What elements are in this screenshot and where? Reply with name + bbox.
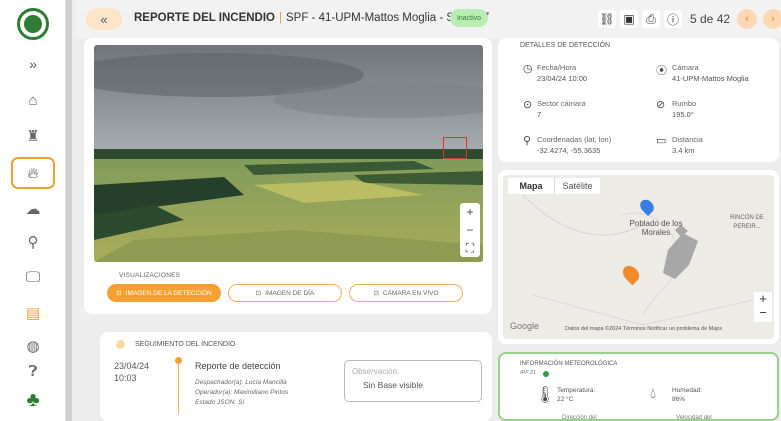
camera-icon: ⊡ (373, 290, 379, 297)
detection-image-button[interactable]: ⊡ IMAGEN DE LA DETECCIÓN (107, 284, 221, 302)
temperature-label: Temperatura: (557, 387, 596, 394)
humidity-value: 86% (672, 396, 686, 403)
compass-icon: ⊘ (656, 99, 666, 111)
temperature-value: 22 °C (557, 396, 574, 403)
status-badge: Inactivo (450, 9, 488, 27)
camera-label: Cámara (672, 63, 699, 72)
detection-image[interactable] (94, 45, 483, 262)
dispatcher-line: Despachador(a): Lucía Mancilla (195, 379, 287, 386)
observation-label: Observación: (352, 367, 400, 376)
weather-icon[interactable]: ☁ (21, 197, 45, 221)
map-footer[interactable]: Datos del mapa ©2024 Términos Notificar … (565, 326, 722, 332)
weather-source: IPF 21 (520, 370, 537, 376)
map-tab[interactable]: Mapa (508, 178, 554, 194)
map-zoom-controls: + − (754, 292, 772, 322)
event-title: Reporte de detección (195, 361, 281, 371)
reports-icon[interactable]: ▤ (21, 301, 45, 325)
timeline-dot (175, 357, 182, 364)
humidity-icon: 💧︎ (650, 385, 657, 402)
ruler-icon: ▭ (656, 135, 667, 147)
day-image-label: IMAGEN DE DÍA (265, 289, 315, 297)
link-icon[interactable]: ⛓ (598, 10, 616, 28)
report-title: REPORTE DEL INCENDIO (134, 12, 275, 24)
camera-icon: ⊡ (116, 290, 122, 297)
back-button[interactable]: « (86, 8, 122, 30)
page-title: REPORTE DEL INCENDIO | SPF - 41-UPM-Mattos… (134, 12, 489, 24)
expand-sidebar-button[interactable]: » (21, 52, 45, 76)
heading-value: 195.0° (672, 110, 694, 119)
camera-value: 41-UPM-Mattos Moglia (672, 74, 749, 83)
event-date: 23/04/24 (114, 361, 150, 371)
help-icon[interactable]: ❓︎ (21, 359, 45, 383)
observation-value: Sin Base visible (363, 380, 424, 390)
sector-label: Sector cámara (537, 99, 586, 108)
distance-value: 3.4 km (672, 146, 695, 155)
sidebar: » ⌂ ♜ 🔥︎ ☁ ⚲ 🖵 ▤ ◍ ❓︎ ♣ (0, 0, 66, 421)
fire-icon[interactable]: 🔥︎ (11, 157, 55, 189)
next-button[interactable]: › (763, 9, 781, 29)
status-dot (543, 371, 549, 377)
coordinates-value: -32.4274, -55.3635 (537, 146, 601, 155)
title-separator: | (279, 12, 282, 24)
detection-image-label: IMAGEN DE LA DETECCIÓN (125, 289, 212, 297)
forest-icon: ♣ (26, 388, 40, 411)
weather-title: INFORMACIÓN METEOROLÓGICA (520, 361, 618, 367)
sector-icon: ⊙ (523, 99, 533, 111)
sector-value: 7 (537, 110, 542, 119)
json-state-line: Estado JSON: Sí (195, 399, 245, 406)
area-label: RINCÓN DE PEREIR... (730, 215, 764, 230)
heading-label: Rumbo (672, 99, 697, 108)
wind-speed-label: Velocidad del (676, 415, 712, 421)
detection-marker (443, 137, 467, 159)
search-icon[interactable]: ⚲ (21, 230, 45, 254)
operator-line: Operador(a): Maximiliano Pintos (195, 389, 289, 396)
app-logo[interactable] (17, 8, 49, 40)
tower-icon[interactable]: ♜ (21, 124, 45, 148)
town-label: Poblado de los Morales (629, 219, 683, 237)
visualizations-label: VISUALIZACIONES (119, 272, 181, 279)
location-pin-icon: ⚲ (523, 135, 532, 147)
zoom-out-button[interactable]: − (460, 221, 480, 239)
globe-icon[interactable]: ◍ (21, 334, 45, 358)
detection-details-title: DETALLES DE DETECCIÓN (520, 42, 611, 49)
info-icon[interactable]: ⓘ (664, 10, 682, 28)
prev-button[interactable]: ‹ (737, 9, 757, 29)
datetime-value: 23/04/24 10:00 (537, 74, 588, 83)
map-area[interactable] (503, 175, 774, 339)
coordinates-label: Coordenadas (lat, lon) (537, 135, 612, 144)
observation-box: Observación: Sin Base visible (344, 360, 482, 402)
image-zoom-controls: + − ⛶ (460, 203, 480, 257)
document-icon[interactable]: ▣ (620, 10, 638, 28)
day-image-button[interactable]: ⊡ IMAGEN DE DÍA (228, 284, 342, 302)
page-counter: 5 de 42 (690, 12, 731, 26)
sidebar-scrollbar[interactable] (66, 0, 72, 421)
distance-label: Distancia (672, 135, 703, 144)
map-zoom-out-button[interactable]: − (754, 306, 772, 320)
printer-icon[interactable]: ⎙ (642, 10, 660, 28)
live-camera-label: CÁMARA EN VIVO (382, 289, 439, 297)
humidity-label: Humedad: (672, 387, 702, 394)
chevron-down-icon[interactable] (116, 340, 125, 349)
fullscreen-icon[interactable]: ⛶ (460, 239, 480, 257)
tracking-title: SEGUIMIENTO DEL INCENDIO (135, 341, 236, 348)
thermometer-icon: 🌡︎ (535, 387, 556, 404)
clock-icon: ◷ (523, 63, 533, 75)
map-zoom-in-button[interactable]: + (754, 292, 772, 306)
wind-direction-label: Dirección del (562, 415, 597, 421)
event-time: 10:03 (114, 373, 137, 383)
camera-icon: ⊡ (255, 290, 262, 297)
live-camera-button[interactable]: ⊡ CÁMARA EN VIVO (349, 284, 463, 302)
timeline-line (178, 364, 179, 414)
satellite-tab[interactable]: Satélite (554, 178, 600, 194)
datetime-label: Fecha/Hora (537, 63, 577, 72)
home-icon[interactable]: ⌂ (21, 88, 45, 112)
camera-signal-icon: ⦿ (656, 65, 667, 77)
zoom-in-button[interactable]: + (460, 203, 480, 221)
monitor-icon[interactable]: 🖵 (21, 265, 45, 289)
google-logo: Google (510, 321, 540, 331)
